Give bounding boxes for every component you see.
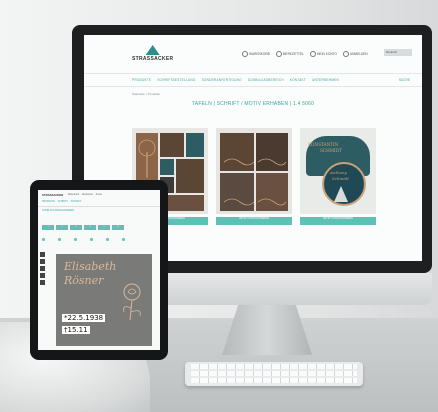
heart-icon (275, 51, 282, 57)
product-image (216, 128, 292, 214)
tablet-nav-lettering[interactable]: SCHRIFT (58, 201, 68, 206)
login-link[interactable]: ANMELDEN (343, 51, 368, 57)
step-tab[interactable]: 5 (98, 225, 110, 230)
plaque-script-2: Schmidt (332, 176, 349, 181)
step-tab[interactable]: 4 (84, 225, 96, 230)
step-tab[interactable]: 3 (70, 225, 82, 230)
tablet-logo[interactable]: STRASSACKER (42, 193, 63, 197)
configure-button[interactable]: JETZT KONFIGURIEREN (300, 217, 376, 225)
tablet-screen: STRASSACKER Warenkorb Merkzettel Konto P… (38, 190, 160, 350)
site-header: STRASSACKER WARENKORB MERKZETTEL MEIN KO… (84, 35, 422, 73)
step-tab[interactable]: 2 (56, 225, 68, 230)
configurator-steps: 1 2 3 4 5 6 (42, 225, 124, 230)
progress-dot-icon (106, 238, 109, 241)
text-tool-icon[interactable] (40, 252, 45, 257)
editor-toolbar (40, 252, 45, 287)
main-nav: PRODUKTE SCHRIFTBESTELLUNG SONDERANFERTI… (84, 73, 422, 87)
user-icon (309, 51, 316, 57)
step-tab[interactable]: 6 (112, 225, 124, 230)
page-title: TAFELN | SCHRIFT / MOTIV ERHABEN | 1.4 5… (191, 101, 315, 107)
progress-dot-icon (90, 238, 93, 241)
account-link[interactable]: MEIN KONTO (309, 51, 337, 57)
zoom-tool-icon[interactable] (40, 273, 45, 278)
product-image: KONSTANTIN SCHMIDT Anthony Schmidt (300, 128, 376, 214)
header-links: WARENKORB MERKZETTEL MEIN KONTO ANMELDEN (242, 51, 368, 57)
tablet-nav-products[interactable]: PRODUKTE (42, 201, 55, 206)
nav-item-products[interactable]: PRODUKTE (132, 78, 151, 82)
product-cards: JETZT KONFIGURIEREN JETZT KONFIGURIEREN (132, 128, 376, 225)
site-logo[interactable]: STRASSACKER (132, 45, 173, 62)
plaque-first-name[interactable]: Elisabeth (64, 260, 116, 273)
tablet-nav-contact[interactable]: KONTAKT (71, 201, 82, 206)
product-card[interactable]: KONSTANTIN SCHMIDT Anthony Schmidt JETZT… (300, 128, 376, 225)
plaque-last-name[interactable]: Rösner (64, 274, 103, 287)
login-icon (343, 51, 349, 57)
plaque-preview-canvas[interactable]: Elisabeth Rösner *22.5.1938 †15.11 (56, 254, 152, 346)
death-date-field[interactable]: †15.11 (62, 326, 90, 334)
plaque-name-1: KONSTANTIN (308, 142, 339, 147)
rose-ornament-icon[interactable] (114, 280, 150, 320)
cart-link[interactable]: WARENKORB (242, 51, 270, 57)
progress-dot-icon (74, 238, 77, 241)
plaque-name-2: SCHMIDT (320, 148, 342, 153)
image-tool-icon[interactable] (40, 259, 45, 264)
tablet-cart-link[interactable]: Warenkorb (68, 194, 79, 196)
step-tab[interactable]: 1 (42, 225, 54, 230)
step-progress (42, 238, 125, 241)
tablet-nav: PRODUKTE SCHRIFT KONTAKT (38, 201, 160, 207)
wishlist-link[interactable]: MERKZETTEL (275, 51, 304, 57)
nav-item-company[interactable]: UNTERNEHMEN (312, 78, 339, 82)
cart-icon (242, 51, 248, 57)
language-select[interactable]: Deutsch (384, 49, 412, 56)
nav-item-contact[interactable]: KONTAKT (290, 78, 306, 82)
tablet-title: TAFELN KONFIGURIEREN (42, 209, 75, 212)
search-link[interactable]: SUCHE (399, 78, 410, 82)
nav-item-lettering[interactable]: SCHRIFTBESTELLUNG (157, 78, 195, 82)
logo-mark-icon (145, 45, 160, 55)
product-card[interactable]: JETZT KONFIGURIEREN (216, 128, 292, 225)
tree-icon (138, 139, 156, 178)
breadcrumb[interactable]: Startseite > Produkte (84, 87, 422, 96)
progress-dot-icon (122, 238, 125, 241)
configure-button[interactable]: JETZT KONFIGURIEREN (216, 217, 292, 225)
keyboard (185, 362, 363, 386)
move-tool-icon[interactable] (40, 266, 45, 271)
birth-date-field[interactable]: *22.5.1938 (62, 314, 106, 322)
nav-item-custom[interactable]: SONDERANFERTIGUNG (202, 78, 242, 82)
delete-tool-icon[interactable] (40, 280, 45, 285)
progress-dot-icon (58, 238, 61, 241)
wave-ornament-icon (223, 158, 286, 206)
tablet-account-link[interactable]: Konto (96, 194, 102, 196)
tablet-wishlist-link[interactable]: Merkzettel (82, 194, 93, 196)
progress-dot-icon (42, 238, 45, 241)
plaque-script-1: Anthony (330, 170, 347, 175)
tablet-top-links: Warenkorb Merkzettel Konto (68, 194, 102, 196)
nav-item-downloads[interactable]: DOWNLOADBEREICH (248, 78, 284, 82)
